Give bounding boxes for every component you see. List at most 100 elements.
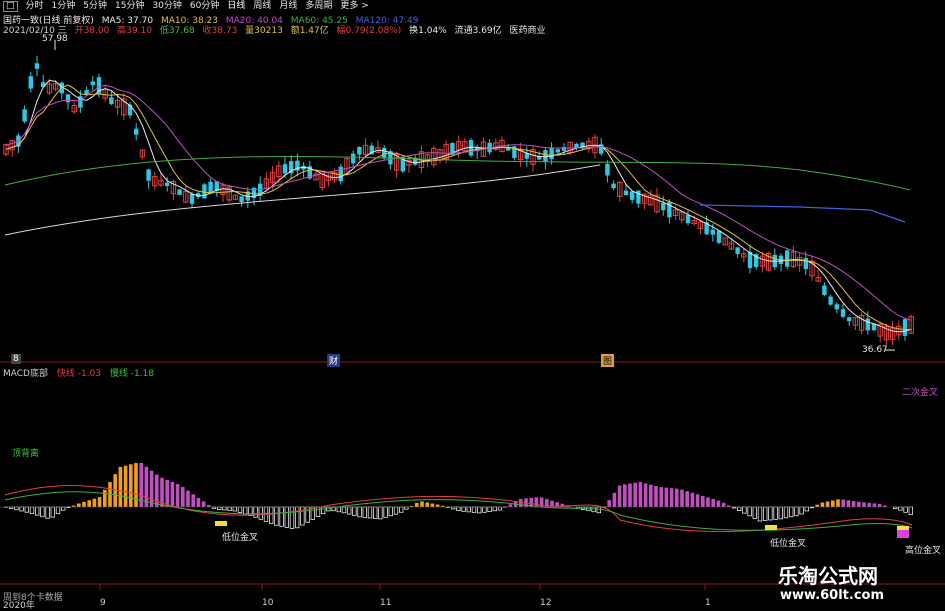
macd-bar xyxy=(862,502,866,507)
macd-bar xyxy=(129,464,133,507)
macd-bar xyxy=(696,494,700,507)
macd-bar xyxy=(233,507,237,511)
event-marker-2[interactable]: 财 xyxy=(327,354,340,367)
candle-body xyxy=(382,148,386,159)
macd-bar xyxy=(51,507,55,517)
macd-bar xyxy=(909,507,913,515)
macd-bar xyxy=(113,474,117,507)
macd-bar xyxy=(358,507,362,517)
candle-body xyxy=(190,194,194,204)
candle-body xyxy=(624,191,628,195)
candle-body xyxy=(35,63,39,68)
macd-bar xyxy=(150,471,154,507)
second-cross-label: 二次金叉 xyxy=(902,385,938,398)
macd-bar xyxy=(176,484,180,507)
candle-body xyxy=(835,304,839,309)
candle-body xyxy=(134,129,138,135)
macd-bar xyxy=(462,507,466,511)
macd-bar xyxy=(35,507,39,515)
macd-bar xyxy=(202,501,206,507)
ma60-line xyxy=(5,156,910,190)
candle-body xyxy=(841,309,845,317)
macd-bar xyxy=(30,507,34,514)
macd-bar xyxy=(519,499,523,507)
macd-bar xyxy=(87,500,91,507)
candle-body xyxy=(556,149,560,152)
macd-bar xyxy=(639,482,643,507)
macd-bar xyxy=(15,507,19,510)
macd-bar xyxy=(722,503,726,507)
macd-bar xyxy=(394,507,398,514)
macd-bar xyxy=(847,500,851,507)
macd-bar xyxy=(795,507,799,516)
macd-bar xyxy=(290,507,294,528)
macd-bar xyxy=(654,486,658,507)
kline-chart[interactable] xyxy=(0,0,945,609)
macd-bar xyxy=(701,496,705,507)
macd-bar xyxy=(691,493,695,507)
macd-bar xyxy=(498,507,502,510)
macd-bar xyxy=(649,485,653,507)
macd-bar xyxy=(415,503,419,507)
macd-bar xyxy=(659,487,663,507)
macd-bar xyxy=(774,507,778,519)
macd-bar xyxy=(477,507,481,513)
macd-bar xyxy=(472,507,476,512)
x-axis-label: 1 xyxy=(705,598,711,608)
macd-bar xyxy=(758,507,762,521)
high-cross-marker xyxy=(897,526,909,530)
macd-bar xyxy=(186,491,190,507)
macd-bar xyxy=(763,507,767,520)
macd-bar xyxy=(285,507,289,527)
candle-body xyxy=(661,203,665,210)
candle-body xyxy=(91,81,95,85)
macd-bar xyxy=(597,507,601,513)
candle-body xyxy=(785,250,789,266)
macd-bar xyxy=(873,503,877,507)
macd-bar xyxy=(737,507,741,511)
candle-body xyxy=(165,183,169,186)
candle-body xyxy=(239,196,243,202)
macd-bar xyxy=(717,501,721,507)
macd-header: MACD底部 快线 -1.03 慢线 -1.18 xyxy=(3,366,154,379)
candle-body xyxy=(903,319,907,336)
macd-bar xyxy=(878,504,882,507)
candle-body xyxy=(283,164,287,173)
macd-bar xyxy=(789,507,793,517)
macd-bar xyxy=(826,501,830,507)
macd-bar xyxy=(769,507,773,520)
event-marker-3[interactable]: 图 xyxy=(601,354,614,367)
macd-bar xyxy=(467,507,471,512)
macd-bar xyxy=(342,507,346,513)
x-axis-label: 9 xyxy=(100,598,106,608)
high-price-label: 57.98 xyxy=(42,34,68,44)
candle-body xyxy=(128,105,132,116)
macd-bar xyxy=(841,499,845,507)
event-marker-1[interactable]: 8 xyxy=(11,354,21,364)
macd-slow: 慢线 -1.18 xyxy=(110,369,154,379)
macd-bar xyxy=(337,507,341,512)
macd-fast: 快线 -1.03 xyxy=(57,369,101,379)
macd-bar xyxy=(613,493,617,507)
candle-body xyxy=(543,150,547,162)
macd-bar xyxy=(191,494,195,507)
candle-body xyxy=(735,247,739,254)
macd-bar xyxy=(623,484,627,507)
candle-body xyxy=(630,191,634,200)
macd-bar xyxy=(665,488,669,507)
macd-bar xyxy=(784,507,788,518)
candle-body xyxy=(717,231,721,243)
macd-bar xyxy=(561,504,565,507)
macd-bar xyxy=(243,507,247,514)
ma20-line xyxy=(6,85,911,320)
macd-bar xyxy=(436,505,440,507)
x-axis-label: 10 xyxy=(262,598,273,608)
macd-bar xyxy=(384,507,388,517)
macd-bar xyxy=(373,507,377,519)
candle-body xyxy=(109,97,113,104)
low-cross-label-2: 低位金叉 xyxy=(770,536,806,549)
macd-bar xyxy=(363,507,367,517)
candle-body xyxy=(41,82,45,87)
macd-bar xyxy=(77,503,81,507)
macd-bar xyxy=(275,507,279,525)
